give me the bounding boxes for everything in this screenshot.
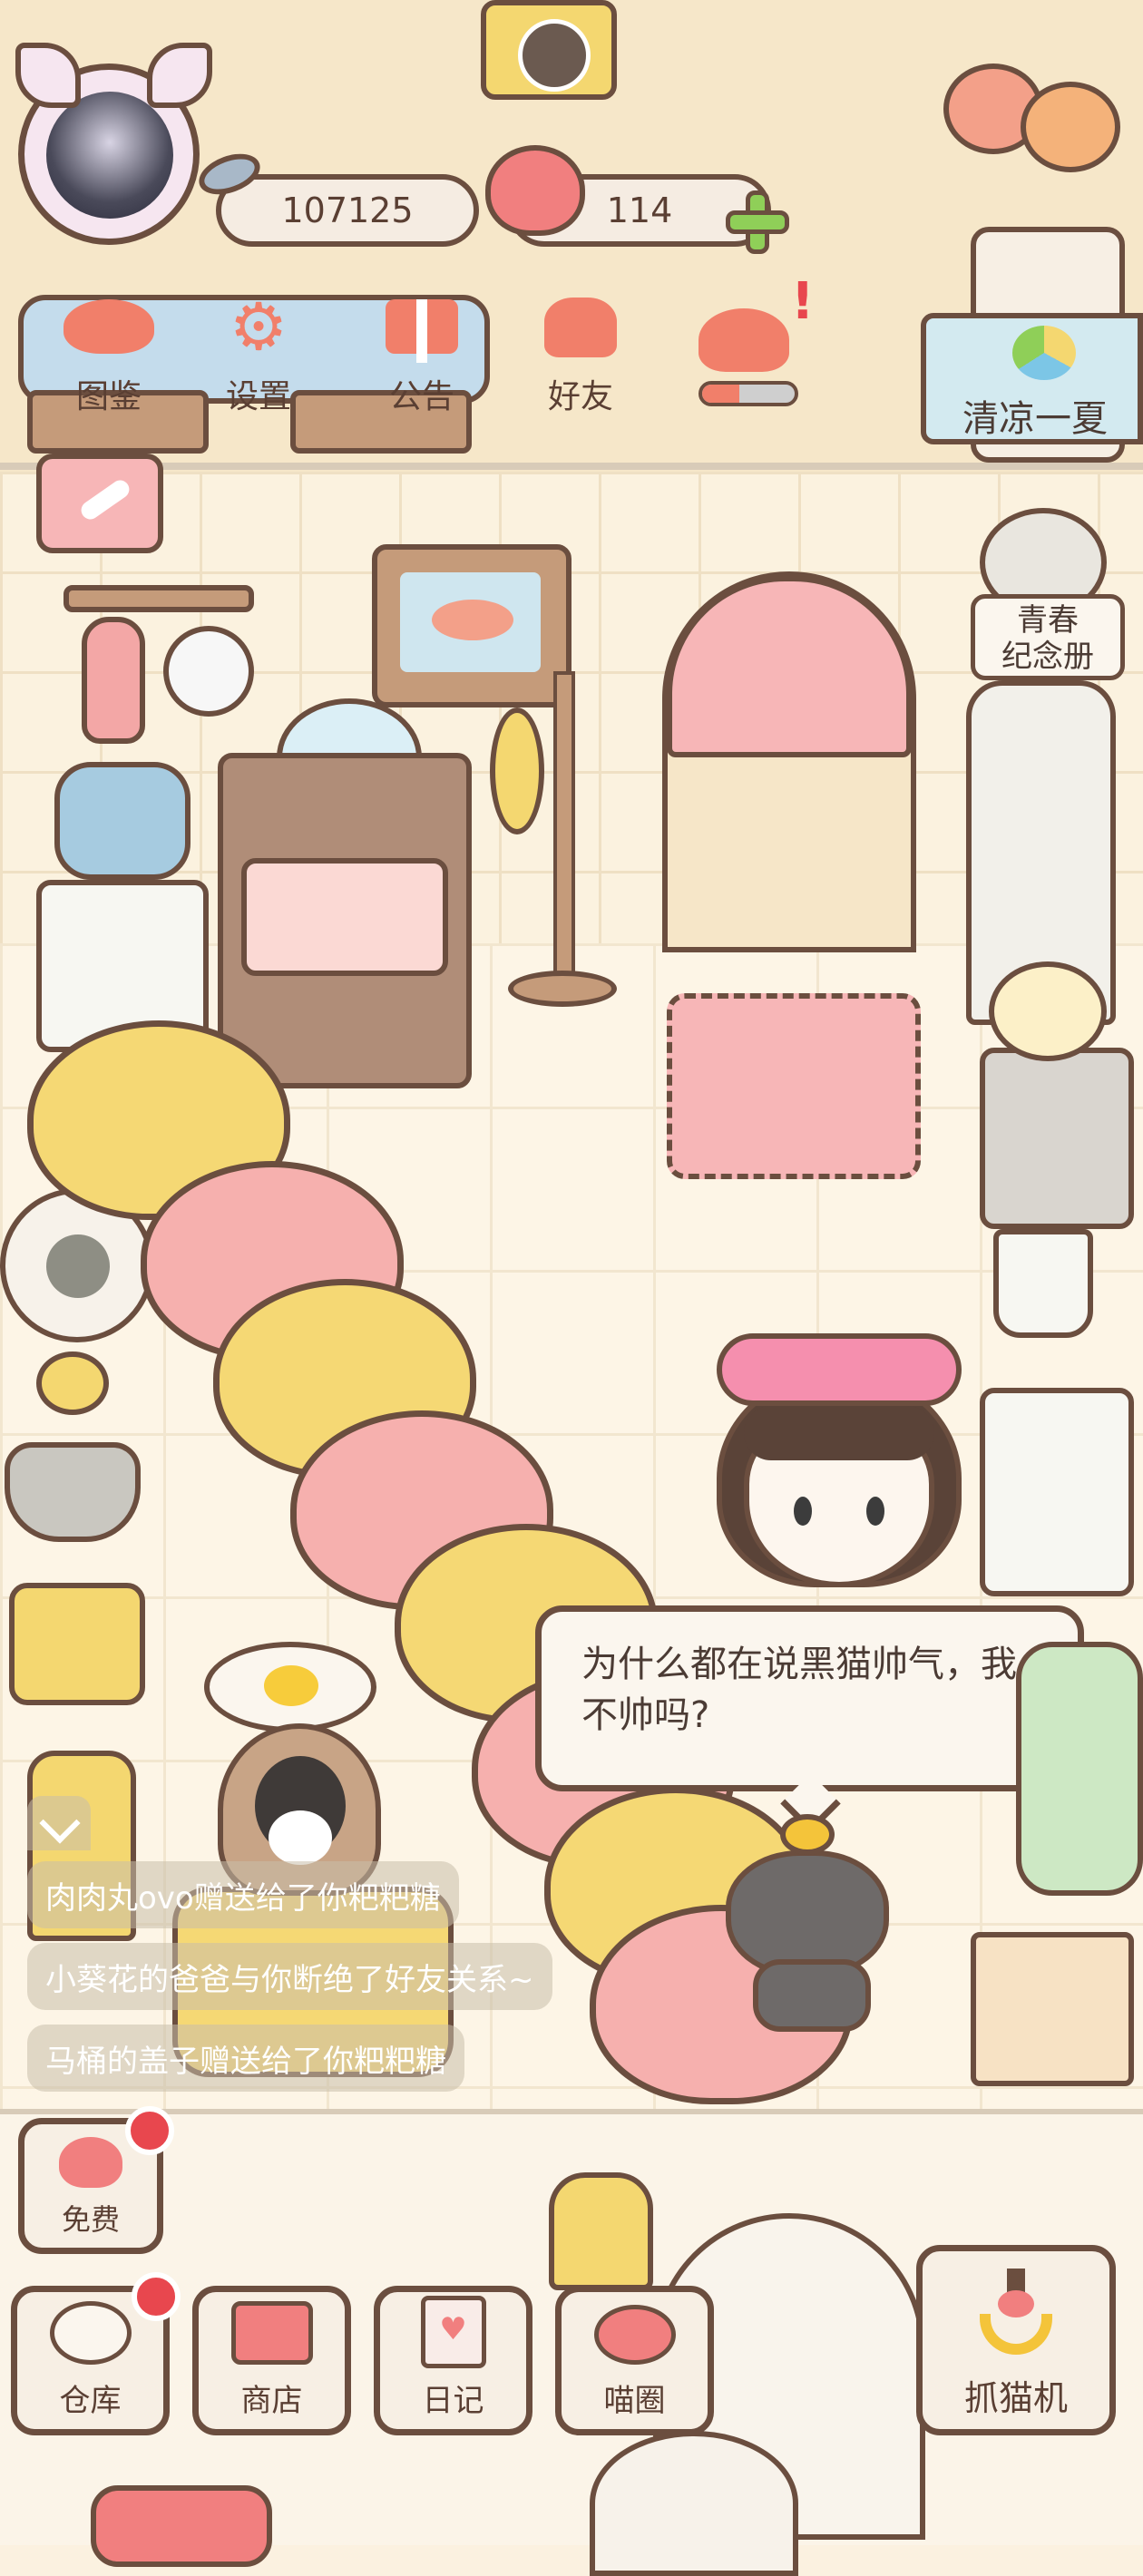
player-avatar[interactable] [15,43,212,245]
friends-icon [544,298,617,357]
pink-rug [667,993,921,1179]
event-banner-label: 清凉一夏 [962,398,1108,440]
warehouse-label: 仓库 [59,2383,122,2419]
bottom-decor-pot [91,2485,272,2567]
friends-label: 好友 [547,378,613,415]
grey-cat-character[interactable] [689,1814,925,2032]
announcement-button[interactable]: 公告 [358,290,485,417]
notice-item: 马桶的盖子赠送给了你粑粑糖 [27,2025,464,2092]
teapot [163,626,254,717]
add-hearts-button[interactable] [726,190,789,254]
chevron-down-icon [39,1802,81,1844]
water-dispenser [36,762,209,1052]
diary-button[interactable]: ♥ 日记 [374,2286,532,2435]
flower-pot-top-right [943,63,1125,190]
free-red-dot [125,2106,174,2155]
notice-text: 肉肉丸ovo赠送给了你粑粑糖 [45,1879,441,1917]
peach-crate [971,1932,1134,2086]
free-label: 免费 [61,2202,120,2237]
speech-bubble: 为什么都在说黑猫帅气，我不帅吗? [535,1605,1084,1791]
notice-item: 小葵花的爸爸与你断绝了好友关系~ [27,1943,552,2010]
flower-plant-right [1016,1642,1143,1896]
shop-label: 商店 [240,2383,303,2419]
collection-button[interactable]: 图鉴 [45,290,172,417]
avatar-photo [46,92,173,219]
hearts-icon [698,308,789,372]
notification-tab[interactable] [27,1796,91,1850]
radio [9,1583,145,1705]
cat-circle-label: 喵圈 [603,2383,666,2419]
siamese-cat [590,2431,798,2576]
album-button[interactable]: 青春 纪念册 [943,472,1143,680]
shop-icon [230,2301,313,2365]
notice-text: 小葵花的爸爸与你断绝了好友关系~ [45,1961,534,1998]
diary-icon: ♥ [420,2296,486,2368]
beach-ball-icon [1012,326,1076,380]
claw-icon [980,2269,1052,2359]
pencil-icon [77,476,133,523]
wall-shelf [64,585,254,612]
love-progress-bar [698,381,798,406]
vase [82,617,145,744]
gift-icon [386,299,458,363]
love-button[interactable]: ! [689,272,815,417]
umbrella-stand [993,1229,1093,1338]
fish-icon [432,600,513,640]
notice-text: 马桶的盖子赠送给了你粑粑糖 [45,2043,446,2080]
heart-face-icon [485,145,585,236]
fried-egg-lamp [204,1642,376,1732]
gear-icon: ⚙ [229,288,288,365]
bottom-decor-lamp [549,2172,653,2290]
settings-button[interactable]: ⚙ 设置 [195,290,322,417]
girl-character[interactable] [689,1333,989,1605]
kettle-stove [980,1048,1134,1229]
calendar-button[interactable] [36,454,163,553]
shop-button[interactable]: 商店 [192,2286,351,2435]
warehouse-icon [49,2301,132,2365]
record-player [481,0,617,100]
settings-label: 设置 [225,378,291,415]
collection-label: 图鉴 [75,378,142,415]
coin-counter[interactable]: 107125 [216,174,479,247]
claw-machine-label: 抓猫机 [963,2378,1068,2418]
cat-face-icon [64,299,154,354]
planet-cat-icon [593,2305,676,2365]
claw-machine-button[interactable]: 抓猫机 [916,2245,1116,2435]
pink-bow-headband [717,1333,962,1406]
cabinet [218,753,472,1088]
notice-item: 肉肉丸ovo赠送给了你粑粑糖 [27,1861,459,1928]
cat-circle-button[interactable]: 喵圈 [555,2286,714,2435]
bee-antenna-hat [780,1814,835,1855]
exclamation-badge: ! [791,272,815,331]
heart-count: 114 [606,190,673,230]
speech-bubble-text: 为什么都在说黑猫帅气，我不帅吗? [581,1644,1017,1736]
flower-pot-left [0,1351,145,1551]
event-banner[interactable]: 清凉一夏 [921,313,1143,444]
fridge-side-shelf [980,1388,1134,1596]
coin-count: 107125 [281,190,414,230]
announcement-label: 公告 [388,378,454,415]
warehouse-red-dot [132,2272,181,2321]
divider-top [0,463,1143,470]
coat-rack [490,653,635,1016]
kettle [989,961,1107,1061]
heart-box-icon [59,2137,122,2188]
album-label: 青春 纪念册 [971,594,1125,680]
friends-button[interactable]: 好友 [517,290,644,417]
diary-label: 日记 [422,2383,484,2419]
